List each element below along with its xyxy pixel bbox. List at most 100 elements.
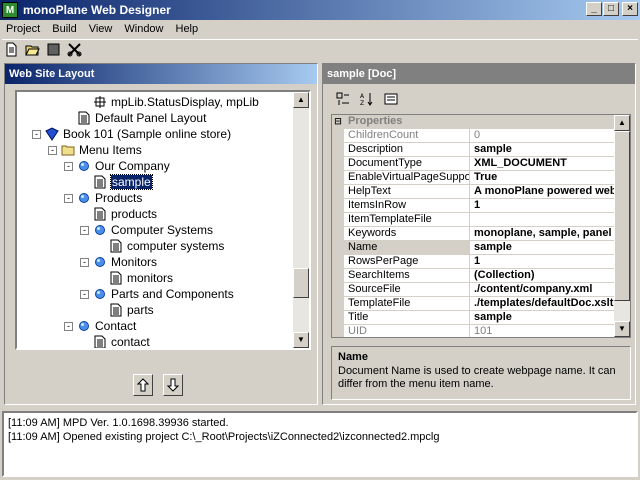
property-value[interactable]: A monoPlane powered webs — [470, 185, 630, 198]
tree-expander[interactable]: - — [64, 162, 73, 171]
property-name[interactable]: SearchItems — [344, 269, 470, 282]
tree-content[interactable]: mpLib.StatusDisplay, mpLib Default Panel … — [17, 92, 295, 348]
scroll-down-button[interactable]: ▼ — [293, 332, 309, 348]
menu-window[interactable]: Window — [118, 23, 169, 35]
tree-node[interactable]: products — [93, 206, 157, 222]
tree-node[interactable]: computer systems — [109, 238, 224, 254]
property-value[interactable]: ./templates/defaultDoc.xslt — [470, 297, 630, 310]
property-value[interactable]: sample — [470, 311, 630, 324]
property-value[interactable]: sample — [470, 143, 630, 156]
property-name[interactable]: EnableVirtualPageSupport — [344, 171, 470, 184]
property-value[interactable]: 1 — [470, 199, 630, 212]
property-value[interactable]: True — [470, 171, 630, 184]
menu-build[interactable]: Build — [46, 23, 82, 35]
property-value[interactable] — [470, 213, 630, 226]
tree-node[interactable]: Contact — [77, 318, 136, 334]
property-row[interactable]: SearchItems (Collection) — [332, 269, 630, 283]
app-icon[interactable]: M — [2, 2, 18, 18]
property-scrollbar[interactable]: ▲ ▼ — [614, 115, 630, 337]
property-name[interactable]: Keywords — [344, 227, 470, 240]
tree-node[interactable]: Monitors — [93, 254, 157, 270]
property-row[interactable]: RowsPerPage 1 — [332, 255, 630, 269]
tree-node[interactable]: parts — [109, 302, 154, 318]
property-row[interactable]: Keywords monoplane, sample, panel b — [332, 227, 630, 241]
title-bar[interactable]: M monoPlane Web Designer _ □ × — [0, 0, 640, 20]
property-name[interactable]: ChildrenCount — [344, 129, 470, 142]
property-row[interactable]: ChildrenCount 0 — [332, 129, 630, 143]
property-name[interactable]: ItemTemplateFile — [344, 213, 470, 226]
tree-node[interactable]: Computer Systems — [93, 222, 213, 238]
tree-expander[interactable]: - — [64, 194, 73, 203]
tree-node[interactable]: Menu Items — [61, 142, 142, 158]
scroll-thumb[interactable] — [293, 268, 309, 298]
prop-scroll-up-button[interactable]: ▲ — [614, 115, 630, 131]
move-down-button[interactable] — [163, 374, 183, 396]
property-grid[interactable]: ⊟ Properties ChildrenCount 0 Description sa… — [331, 114, 631, 338]
minimize-button[interactable]: _ — [586, 2, 602, 16]
tree-expander[interactable]: - — [48, 146, 57, 155]
tree-expander[interactable]: - — [80, 290, 89, 299]
property-row[interactable]: EnableVirtualPageSupport True — [332, 171, 630, 185]
tree-scrollbar[interactable]: ▲ ▼ — [293, 92, 309, 348]
tree-node[interactable]: mpLib.StatusDisplay, mpLib — [93, 94, 259, 110]
property-value[interactable]: XML_DOCUMENT — [470, 157, 630, 170]
property-name[interactable]: HelpText — [344, 185, 470, 198]
tree-expander[interactable]: - — [80, 226, 89, 235]
property-name[interactable]: UID — [344, 325, 470, 337]
close-button[interactable]: × — [622, 2, 638, 16]
move-up-button[interactable] — [133, 374, 153, 396]
menu-help[interactable]: Help — [170, 23, 205, 35]
property-value[interactable]: ./content/company.xml — [470, 283, 630, 296]
property-value[interactable]: (Collection) — [470, 269, 630, 282]
property-value[interactable]: monoplane, sample, panel b — [470, 227, 630, 240]
property-name[interactable]: Name — [344, 241, 470, 254]
menu-project[interactable]: Project — [0, 23, 46, 35]
maximize-button[interactable]: □ — [603, 2, 619, 16]
tree-node[interactable]: Book 101 (Sample online store) — [45, 126, 231, 142]
tree-node[interactable]: Products — [77, 190, 142, 206]
tree-node[interactable]: sample — [93, 174, 153, 190]
property-name[interactable]: ItemsInRow — [344, 199, 470, 212]
tree-expander[interactable]: - — [80, 258, 89, 267]
property-row[interactable]: Name sample — [332, 241, 630, 255]
property-row[interactable]: SourceFile ./content/company.xml — [332, 283, 630, 297]
tree-node[interactable]: Parts and Components — [93, 286, 234, 302]
tree-node[interactable]: Our Company — [77, 158, 170, 174]
tree-node[interactable]: contact — [93, 334, 150, 348]
new-button[interactable] — [2, 41, 20, 59]
property-row[interactable]: Description sample — [332, 143, 630, 157]
alphabetical-button[interactable]: AZ — [357, 90, 377, 108]
settings-button[interactable] — [65, 41, 83, 59]
property-row[interactable]: ItemTemplateFile — [332, 213, 630, 227]
property-name[interactable]: SourceFile — [344, 283, 470, 296]
property-row[interactable]: ItemsInRow 1 — [332, 199, 630, 213]
stop-button[interactable] — [44, 41, 62, 59]
property-value[interactable]: sample — [470, 241, 630, 254]
property-name[interactable]: Description — [344, 143, 470, 156]
tree-expander[interactable]: - — [64, 322, 73, 331]
property-row[interactable]: HelpText A monoPlane powered webs — [332, 185, 630, 199]
prop-scroll-down-button[interactable]: ▼ — [614, 321, 630, 337]
site-tree[interactable]: mpLib.StatusDisplay, mpLib Default Panel … — [15, 90, 311, 350]
property-row[interactable]: TemplateFile ./templates/defaultDoc.xslt — [332, 297, 630, 311]
property-row[interactable]: Title sample — [332, 311, 630, 325]
categorized-button[interactable] — [333, 90, 353, 108]
property-value[interactable]: 1 — [470, 255, 630, 268]
property-name[interactable]: TemplateFile — [344, 297, 470, 310]
prop-scroll-thumb[interactable] — [614, 131, 630, 301]
tree-node[interactable]: Default Panel Layout — [77, 110, 206, 126]
property-name[interactable]: RowsPerPage — [344, 255, 470, 268]
property-row[interactable]: DocumentType XML_DOCUMENT — [332, 157, 630, 171]
property-name[interactable]: Title — [344, 311, 470, 324]
scroll-up-button[interactable]: ▲ — [293, 92, 309, 108]
collapse-icon[interactable]: ⊟ — [332, 115, 344, 128]
log-output[interactable]: [11:09 AM] MPD Ver. 1.0.1698.39936 start… — [2, 411, 638, 477]
property-category[interactable]: ⊟ Properties — [332, 115, 630, 129]
property-name[interactable]: DocumentType — [344, 157, 470, 170]
property-value[interactable]: 101 — [470, 325, 630, 337]
property-pages-button[interactable] — [381, 90, 401, 108]
property-row[interactable]: UID 101 — [332, 325, 630, 337]
open-button[interactable] — [23, 41, 41, 59]
tree-expander[interactable]: - — [32, 130, 41, 139]
property-value[interactable]: 0 — [470, 129, 630, 142]
